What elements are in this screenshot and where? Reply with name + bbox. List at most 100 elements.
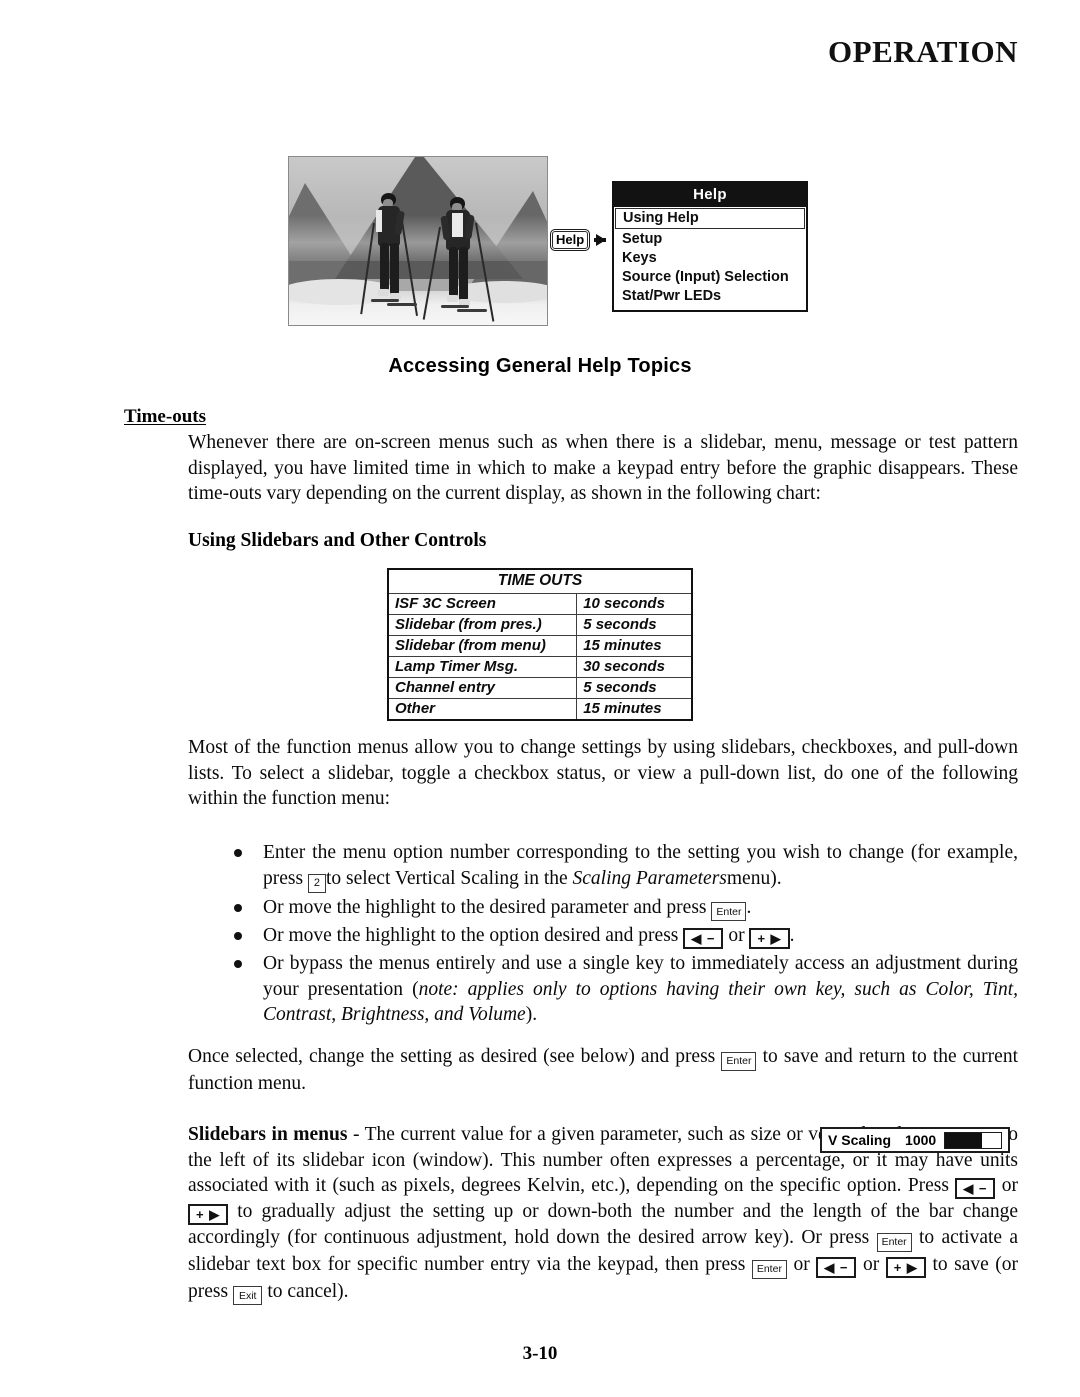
key-plus-right-button[interactable]: + ▶ <box>188 1204 229 1225</box>
list-item: Or move the highlight to the desired par… <box>218 895 1018 922</box>
v-scaling-slidebar-widget[interactable]: V Scaling 1000 <box>820 1127 1010 1153</box>
bullet-dot-icon <box>234 903 242 912</box>
list-item-text: Enter the menu option number correspondi… <box>263 840 1018 893</box>
paragraph-part: or <box>793 1253 810 1275</box>
paragraph-once-selected: Once selected, change the setting as des… <box>188 1044 1018 1096</box>
photo-ski-pole <box>401 220 419 316</box>
photo-skier-leg <box>390 243 399 295</box>
key-enter-button[interactable]: Enter <box>711 902 747 922</box>
table-row: Slidebar (from menu) 15 minutes <box>387 635 693 657</box>
list-item-text: Or move the highlight to the desired par… <box>263 895 1018 922</box>
list-item: Or bypass the menus entirely and use a s… <box>218 951 1018 1028</box>
paragraph-function-menus: Most of the function menus allow you to … <box>188 737 1018 809</box>
photo-skier-leg <box>459 247 468 301</box>
osd-menu-item-source-input-selection[interactable]: Source (Input) Selection <box>614 268 806 287</box>
photo-ski <box>371 299 399 302</box>
paragraph-time-outs: Whenever there are on-screen menus such … <box>188 432 1018 504</box>
table-cell-name: Other <box>387 698 578 721</box>
slidebar-track[interactable] <box>944 1131 1002 1149</box>
photo-skier-boot <box>378 289 389 296</box>
page-number: 3-10 <box>522 1343 558 1364</box>
heading-time-outs: Time-outs <box>124 406 206 427</box>
key-left-minus-button[interactable]: ◀ − <box>955 1178 996 1199</box>
table-cell-value: 15 minutes <box>576 635 693 657</box>
photo-skier-boot <box>447 295 458 302</box>
bullet-text-part: menu). <box>726 867 782 889</box>
help-key-callout: Help <box>550 229 607 251</box>
bullet-dot-icon <box>234 960 242 969</box>
slidebar-fill <box>945 1132 983 1148</box>
table-cell-value: 5 seconds <box>576 677 693 699</box>
figure-caption: Accessing General Help Topics <box>388 355 692 377</box>
bullet-dot-icon <box>234 849 242 857</box>
paragraph-part: or <box>862 1253 880 1275</box>
projected-image-photo <box>288 156 548 326</box>
photo-ski <box>387 303 417 306</box>
slidebar-label: V Scaling <box>828 1132 892 1148</box>
list-item: Enter the menu option number correspondi… <box>218 840 1018 893</box>
bullet-text-part: . <box>746 896 752 918</box>
arrow-right-icon <box>594 234 607 246</box>
bullet-text-part: to select Vertical Scaling in the <box>325 867 568 889</box>
bullet-list: Enter the menu option number correspondi… <box>218 840 1018 1030</box>
list-item-text: Or bypass the menus entirely and use a s… <box>263 951 1018 1028</box>
running-header-title: OPERATION <box>828 34 1018 69</box>
photo-ski <box>441 305 469 308</box>
bullet-text-part: ). <box>525 1004 538 1026</box>
table-cell-name: Channel entry <box>387 677 578 699</box>
table-cell-value: 10 seconds <box>576 593 693 615</box>
osd-help-menu: Help Using Help Setup Keys Source (Input… <box>612 181 808 312</box>
table-cell-value: 30 seconds <box>576 656 693 678</box>
help-key-button[interactable]: Help <box>550 229 591 251</box>
key-enter-button[interactable]: Enter <box>721 1051 757 1071</box>
table-row: Other 15 minutes <box>387 698 693 721</box>
bullet-text-part: . <box>789 925 795 947</box>
key-left-minus-button[interactable]: ◀ − <box>683 928 724 950</box>
photo-ski-pole <box>475 222 495 322</box>
table-row: Lamp Timer Msg. 30 seconds <box>387 656 693 678</box>
bullet-text-part: or <box>728 925 745 947</box>
bullet-text-italic: Scaling Parameters <box>572 867 727 889</box>
osd-menu-item-stat-pwr-leds[interactable]: Stat/Pwr LEDs <box>614 287 806 306</box>
list-item-text: Or move the highlight to the option desi… <box>263 923 1018 950</box>
paragraph-part: Once selected, change the setting as des… <box>188 1046 716 1067</box>
table-cell-name: Slidebar (from pres.) <box>387 614 578 636</box>
table-row: Channel entry 5 seconds <box>387 677 693 699</box>
key-enter-button[interactable]: Enter <box>751 1259 787 1279</box>
osd-menu-item-keys[interactable]: Keys <box>614 249 806 268</box>
table-cell-value: 15 minutes <box>576 698 693 721</box>
table-cell-name: Lamp Timer Msg. <box>387 656 578 678</box>
time-outs-table: TIME OUTS ISF 3C Screen 10 seconds Slide… <box>387 568 693 721</box>
table-row: ISF 3C Screen 10 seconds <box>387 593 693 615</box>
key-plus-right-button[interactable]: + ▶ <box>885 1256 926 1278</box>
key-enter-button[interactable]: Enter <box>876 1232 912 1252</box>
photo-skier-right <box>422 197 495 322</box>
table-title-cell: TIME OUTS <box>387 568 693 594</box>
paragraph-part: to cancel). <box>267 1280 349 1302</box>
photo-skier-leg <box>380 243 389 291</box>
table-header-row: TIME OUTS <box>387 568 693 594</box>
key-2-button[interactable]: 2 <box>307 873 326 893</box>
osd-menu-item-using-help[interactable]: Using Help <box>615 208 805 230</box>
osd-menu-item-setup[interactable]: Setup <box>614 230 806 249</box>
bullet-dot-icon <box>234 932 242 941</box>
key-left-minus-button[interactable]: ◀ − <box>816 1256 857 1278</box>
photo-skier-bib <box>376 210 382 232</box>
photo-skier-left <box>360 193 425 316</box>
list-item: Or move the highlight to the option desi… <box>218 923 1018 950</box>
table-row: Slidebar (from pres.) 5 seconds <box>387 614 693 636</box>
table-cell-name: Slidebar (from menu) <box>387 635 578 657</box>
table-cell-value: 5 seconds <box>576 614 693 636</box>
key-exit-button[interactable]: Exit <box>232 1286 263 1306</box>
figure-help-menu: Help Help Using Help Setup Keys Source (… <box>288 156 808 328</box>
key-plus-right-button[interactable]: + ▶ <box>749 928 790 950</box>
document-page: OPERATION Help Help Using Help Setup Key… <box>0 0 1080 1397</box>
photo-ski <box>457 309 487 312</box>
paragraph-part: or <box>1001 1175 1019 1196</box>
photo-skier-leg <box>449 247 458 297</box>
heading-using-slidebars: Using Slidebars and Other Controls <box>188 530 487 551</box>
table-cell-name: ISF 3C Screen <box>387 593 578 615</box>
osd-menu-items: Using Help Setup Keys Source (Input) Sel… <box>614 207 806 310</box>
slidebar-value: 1000 <box>905 1132 937 1148</box>
bullet-text-part: Or move the highlight to the option desi… <box>263 925 679 947</box>
